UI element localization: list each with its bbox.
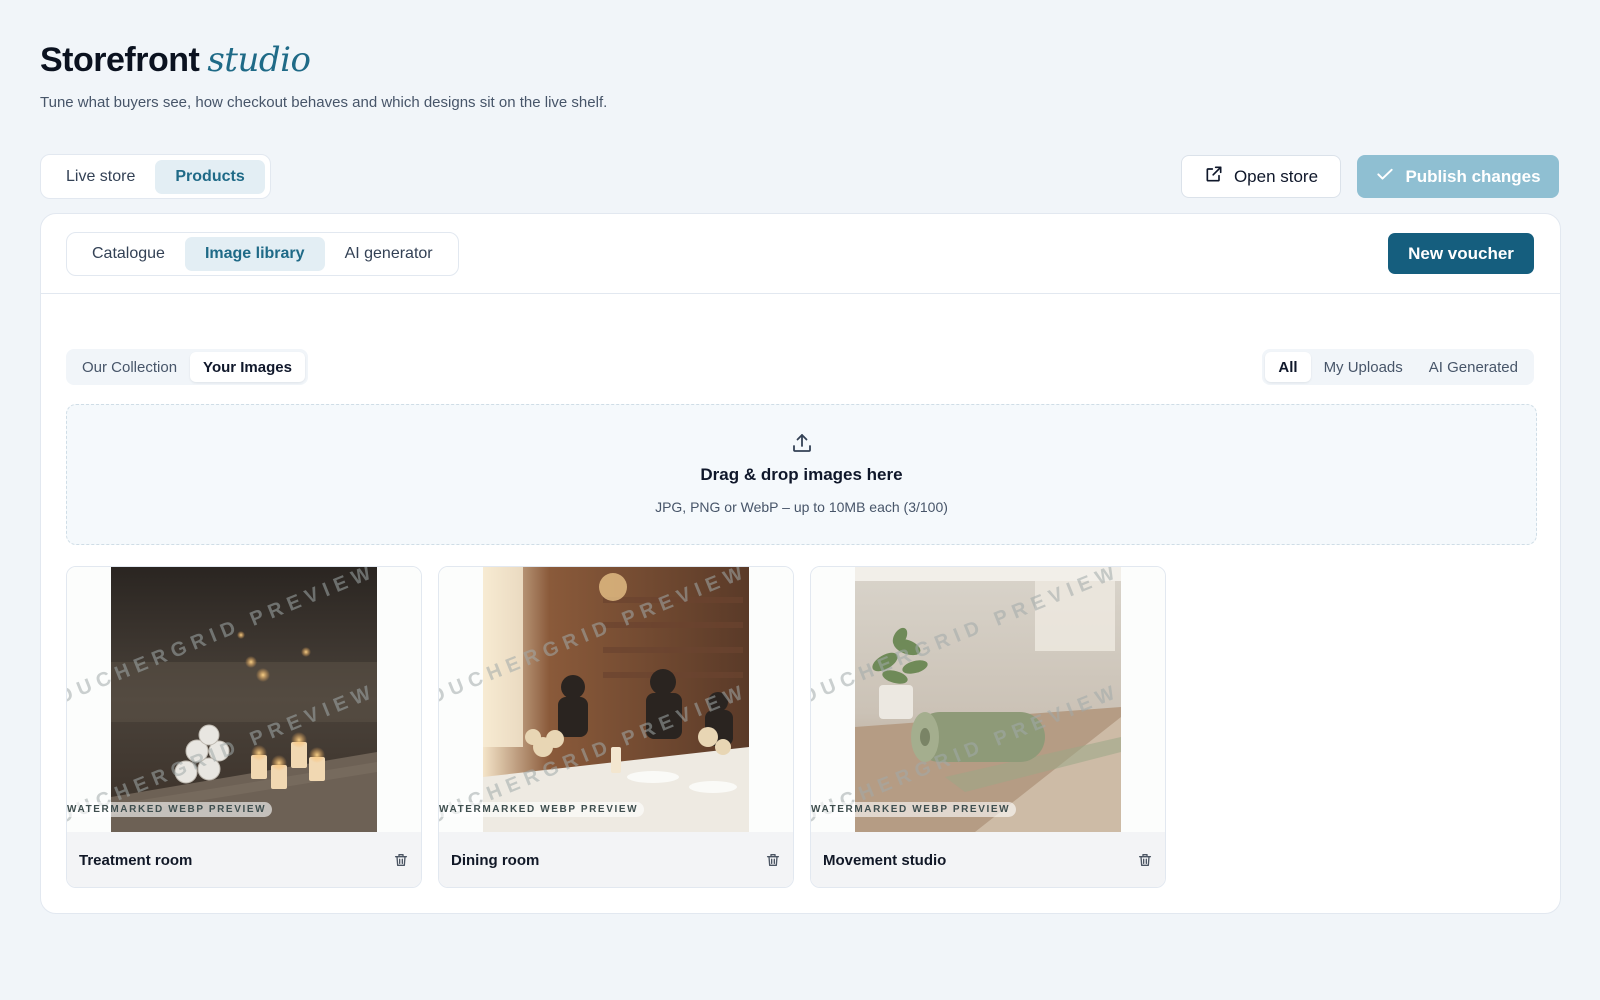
dropzone-hint: JPG, PNG or WebP – up to 10MB each (3/10… (655, 499, 948, 515)
image-caption: Treatment room (67, 832, 421, 887)
image-thumbnail[interactable]: VOUCHERGRID PREVIEW VOUCHERGRID PREVIEW … (439, 567, 793, 832)
page-subtitle: Tune what buyers see, how checkout behav… (40, 94, 608, 111)
trash-icon[interactable] (393, 852, 409, 868)
page-title: Storefront studio (40, 40, 607, 80)
page-title-accent: studio (207, 40, 311, 80)
check-icon (1375, 164, 1395, 189)
upload-icon (67, 431, 1536, 455)
tab-products[interactable]: Products (155, 159, 265, 194)
external-link-icon (1204, 164, 1224, 189)
image-caption: Dining room (439, 832, 793, 887)
watermark-badge: WATERMARKED WEBP PREVIEW (439, 802, 645, 817)
image-card[interactable]: VOUCHERGRID PREVIEW VOUCHERGRID PREVIEW … (810, 566, 1166, 888)
products-panel: Catalogue Image library AI generator New… (40, 213, 1561, 914)
source-your-images[interactable]: Your Images (190, 352, 305, 382)
publish-changes-button[interactable]: Publish changes (1357, 155, 1559, 198)
top-tabs: Live store Products (40, 154, 271, 199)
watermark-badge: WATERMARKED WEBP PREVIEW (811, 802, 1017, 817)
new-voucher-button[interactable]: New voucher (1388, 233, 1534, 274)
publish-changes-label: Publish changes (1405, 166, 1541, 186)
image-name: Treatment room (79, 851, 193, 869)
trash-icon[interactable] (1137, 852, 1153, 868)
filter-my-uploads[interactable]: My Uploads (1311, 352, 1416, 382)
filter-ai-generated[interactable]: AI Generated (1416, 352, 1531, 382)
open-store-button[interactable]: Open store (1181, 155, 1341, 198)
trash-icon[interactable] (765, 852, 781, 868)
source-our-collection[interactable]: Our Collection (69, 352, 190, 382)
image-card[interactable]: VOUCHERGRID PREVIEW VOUCHERGRID PREVIEW … (66, 566, 422, 888)
filter-all[interactable]: All (1265, 352, 1311, 382)
image-thumbnail[interactable]: VOUCHERGRID PREVIEW VOUCHERGRID PREVIEW … (67, 567, 421, 832)
page-title-main: Storefront (40, 41, 200, 79)
image-filter-toggle: All My Uploads AI Generated (1262, 349, 1534, 385)
image-source-toggle: Our Collection Your Images (66, 349, 308, 385)
product-sub-tabs: Catalogue Image library AI generator (66, 232, 459, 276)
tab-ai-generator[interactable]: AI generator (325, 237, 453, 271)
tab-live-store[interactable]: Live store (46, 160, 155, 194)
image-name: Movement studio (823, 851, 947, 869)
image-caption: Movement studio (811, 832, 1165, 887)
image-thumbnail[interactable]: VOUCHERGRID PREVIEW VOUCHERGRID PREVIEW … (811, 567, 1165, 832)
image-dropzone[interactable]: Drag & drop images here JPG, PNG or WebP… (66, 404, 1537, 545)
tab-image-library[interactable]: Image library (184, 237, 325, 271)
image-card[interactable]: VOUCHERGRID PREVIEW VOUCHERGRID PREVIEW … (438, 566, 794, 888)
open-store-label: Open store (1233, 166, 1319, 186)
watermark-badge: WATERMARKED WEBP PREVIEW (67, 802, 273, 817)
image-name: Dining room (451, 851, 540, 869)
page-header: Storefront studio Tune what buyers see, h… (40, 40, 607, 111)
tab-catalogue[interactable]: Catalogue (72, 237, 185, 271)
products-panel-header: Catalogue Image library AI generator New… (41, 214, 1560, 294)
dropzone-title: Drag & drop images here (700, 465, 903, 484)
